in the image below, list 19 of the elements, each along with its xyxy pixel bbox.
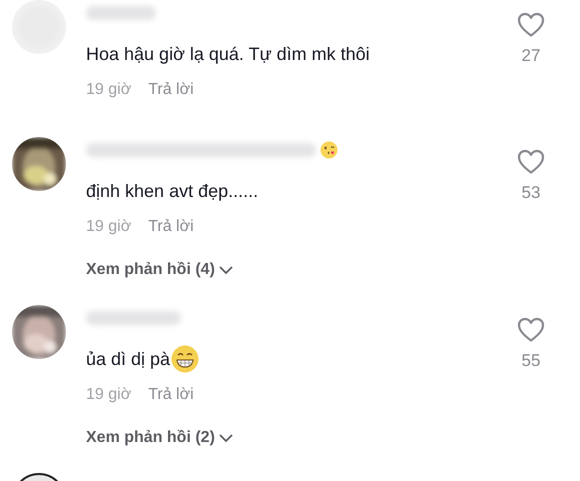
comment-text: ủa dì dị pà (86, 348, 170, 370)
like-count: 53 (522, 182, 540, 204)
heart-icon[interactable] (517, 317, 545, 343)
reply-link[interactable]: Trả lời (148, 386, 194, 404)
timestamp: 19 giờ (86, 81, 132, 99)
reply-link[interactable]: Trả lời (148, 218, 194, 236)
chevron-down-icon (218, 265, 234, 275)
heart-icon[interactable] (517, 12, 545, 38)
chevron-down-icon (218, 433, 234, 443)
comment-text: Hoa hậu giờ lạ quá. Tự dìm mk thôi (86, 44, 370, 64)
like-count: 55 (522, 350, 540, 372)
view-replies-link[interactable]: Xem phản hồi (4) (86, 259, 234, 281)
timestamp: 19 giờ (86, 218, 132, 236)
like-count: 27 (522, 45, 540, 67)
comment-text: định khen avt đẹp...... (86, 180, 258, 202)
heart-icon[interactable] (517, 149, 545, 175)
timestamp: 19 giờ (86, 386, 132, 404)
view-replies-link[interactable]: Xem phản hồi (2) (86, 427, 234, 449)
reply-link[interactable]: Trả lời (148, 81, 194, 99)
